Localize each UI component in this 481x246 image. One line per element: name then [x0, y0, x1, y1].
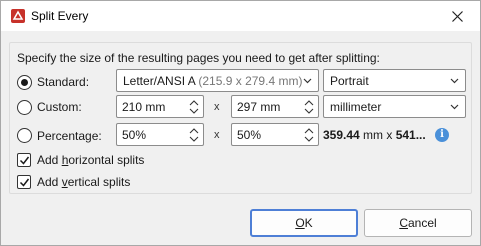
- close-icon: [451, 10, 463, 22]
- unit-value: millimeter: [330, 100, 382, 114]
- button-bar: OK Cancel: [1, 201, 480, 245]
- horizontal-splits-label: Add horizontal splits: [37, 153, 145, 167]
- custom-width-input[interactable]: 210 mm: [116, 95, 204, 118]
- times-separator: x: [214, 129, 220, 141]
- custom-width-value: 210 mm: [122, 100, 166, 114]
- instruction-text: Specify the size of the resulting pages …: [17, 51, 380, 65]
- checkmark-icon: [19, 156, 30, 165]
- result-height: 541...: [395, 128, 426, 142]
- split-every-dialog: Split Every Specify the size of the resu…: [0, 0, 481, 246]
- vertical-splits-checkbox[interactable]: [17, 175, 31, 189]
- info-icon[interactable]: i: [435, 128, 449, 142]
- checkmark-icon: [19, 178, 30, 187]
- custom-radio[interactable]: [17, 100, 32, 115]
- vertical-splits-label: Add vertical splits: [37, 175, 131, 189]
- orientation-select[interactable]: Portrait: [323, 69, 466, 92]
- percentage-radio[interactable]: [17, 128, 32, 143]
- result-size-text: 359.44 mm x 541...: [323, 128, 426, 142]
- window-title: Split Every: [31, 9, 89, 23]
- result-unit: mm x: [359, 128, 396, 142]
- custom-label: Custom:: [37, 100, 82, 114]
- page-size-dims: (215.9 x 279.4 mm): [198, 74, 303, 88]
- chevron-down-icon: [450, 104, 459, 110]
- unit-select[interactable]: millimeter: [323, 95, 466, 118]
- cancel-button[interactable]: Cancel: [364, 209, 472, 237]
- standard-radio[interactable]: [17, 75, 32, 90]
- page-size-select[interactable]: Letter/ANSI A (215.9 x 279.4 mm): [116, 69, 319, 92]
- percentage-label: Percentage:: [37, 129, 102, 143]
- times-separator: x: [214, 101, 220, 113]
- chevron-down-icon: [303, 78, 312, 84]
- standard-label: Standard:: [37, 75, 90, 89]
- percentage-width-value: 50%: [122, 128, 147, 142]
- ok-button[interactable]: OK: [250, 209, 358, 237]
- title-bar: Split Every: [1, 1, 480, 31]
- chevron-down-icon: [450, 78, 459, 84]
- spinner-arrows-icon[interactable]: [304, 98, 314, 116]
- percentage-height-value: 50%: [237, 128, 262, 142]
- percentage-width-input[interactable]: 50%: [116, 123, 204, 146]
- page-size-value: Letter/ANSI A: [123, 74, 196, 88]
- result-width: 359.44: [323, 128, 360, 142]
- horizontal-splits-checkbox[interactable]: [17, 153, 31, 167]
- pdf-app-icon: [11, 9, 25, 23]
- close-button[interactable]: [434, 1, 480, 31]
- spinner-arrows-icon[interactable]: [189, 98, 199, 116]
- percentage-height-input[interactable]: 50%: [231, 123, 319, 146]
- spinner-arrows-icon[interactable]: [304, 126, 314, 144]
- orientation-value: Portrait: [330, 74, 369, 88]
- spinner-arrows-icon[interactable]: [189, 126, 199, 144]
- custom-height-value: 297 mm: [237, 100, 281, 114]
- custom-height-input[interactable]: 297 mm: [231, 95, 319, 118]
- dialog-body: Specify the size of the resulting pages …: [1, 31, 480, 201]
